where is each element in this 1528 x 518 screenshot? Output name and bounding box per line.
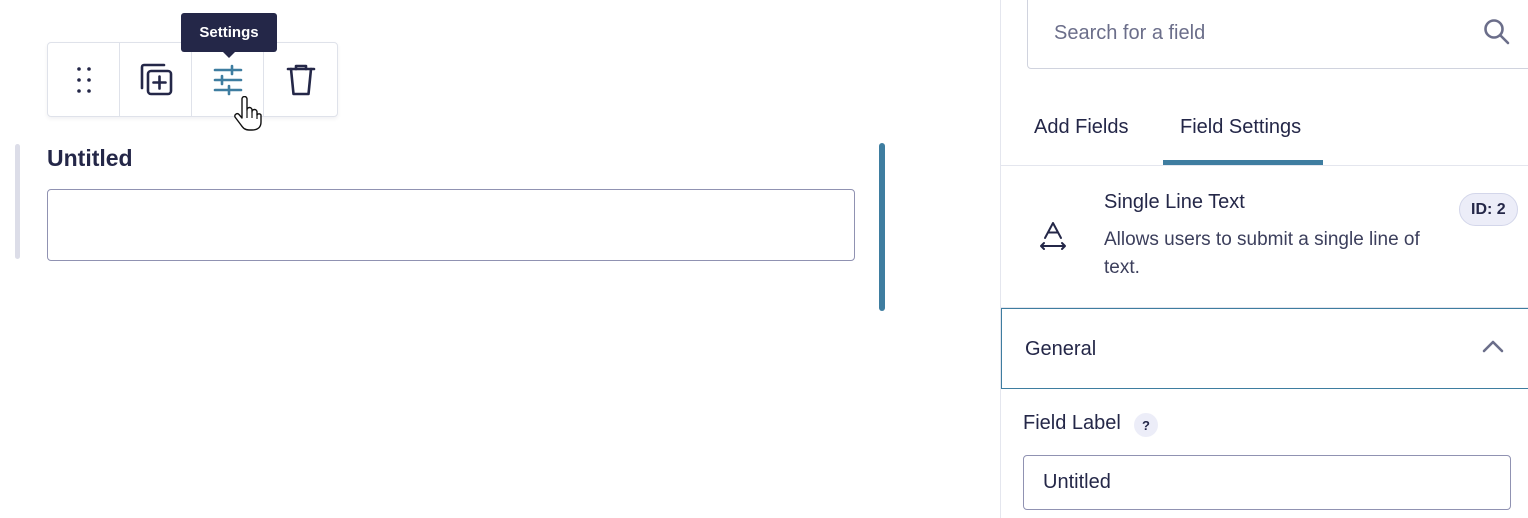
field-label: Untitled [47, 145, 133, 171]
general-section-header[interactable]: General [1001, 308, 1528, 389]
sliders-icon [213, 64, 242, 95]
field-toolbar [47, 42, 338, 117]
field-selection-indicator [879, 143, 885, 311]
duplicate-icon [140, 63, 172, 95]
help-icon[interactable]: ? [1134, 413, 1158, 437]
field-type-info: Single Line Text Allows users to submit … [1001, 166, 1528, 308]
search-icon[interactable] [1482, 17, 1512, 47]
field-type-title: Single Line Text [1104, 191, 1245, 213]
tab-add-fields[interactable]: Add Fields [1034, 116, 1129, 139]
field-left-indicator [15, 144, 20, 259]
delete-button[interactable] [264, 43, 337, 116]
trash-icon [286, 64, 315, 95]
field-search [1027, 0, 1528, 69]
hand-cursor-icon [234, 96, 262, 131]
search-input[interactable] [1054, 15, 1454, 51]
settings-tooltip: Settings [181, 13, 277, 58]
field-preview-input[interactable] [47, 189, 855, 261]
active-tab-underline [1163, 160, 1323, 165]
field-label-heading: Field Label [1023, 412, 1121, 434]
field-label-input[interactable] [1023, 455, 1511, 510]
form-canvas: Settings Untitled [0, 0, 1000, 518]
section-title: General [1025, 338, 1097, 360]
duplicate-button[interactable] [120, 43, 192, 116]
tab-field-settings[interactable]: Field Settings [1180, 116, 1301, 139]
sidebar-tabs: Add Fields Field Settings [1001, 100, 1528, 166]
editor-sidebar: Add Fields Field Settings Single Line Te… [1000, 0, 1528, 518]
chevron-up-icon [1482, 340, 1504, 353]
field-type-description: Allows users to submit a single line of … [1104, 229, 1420, 278]
drag-handle-icon [76, 66, 91, 93]
drag-button[interactable] [48, 43, 120, 116]
field-id-badge: ID: 2 [1459, 193, 1518, 226]
text-type-icon [1040, 222, 1066, 250]
